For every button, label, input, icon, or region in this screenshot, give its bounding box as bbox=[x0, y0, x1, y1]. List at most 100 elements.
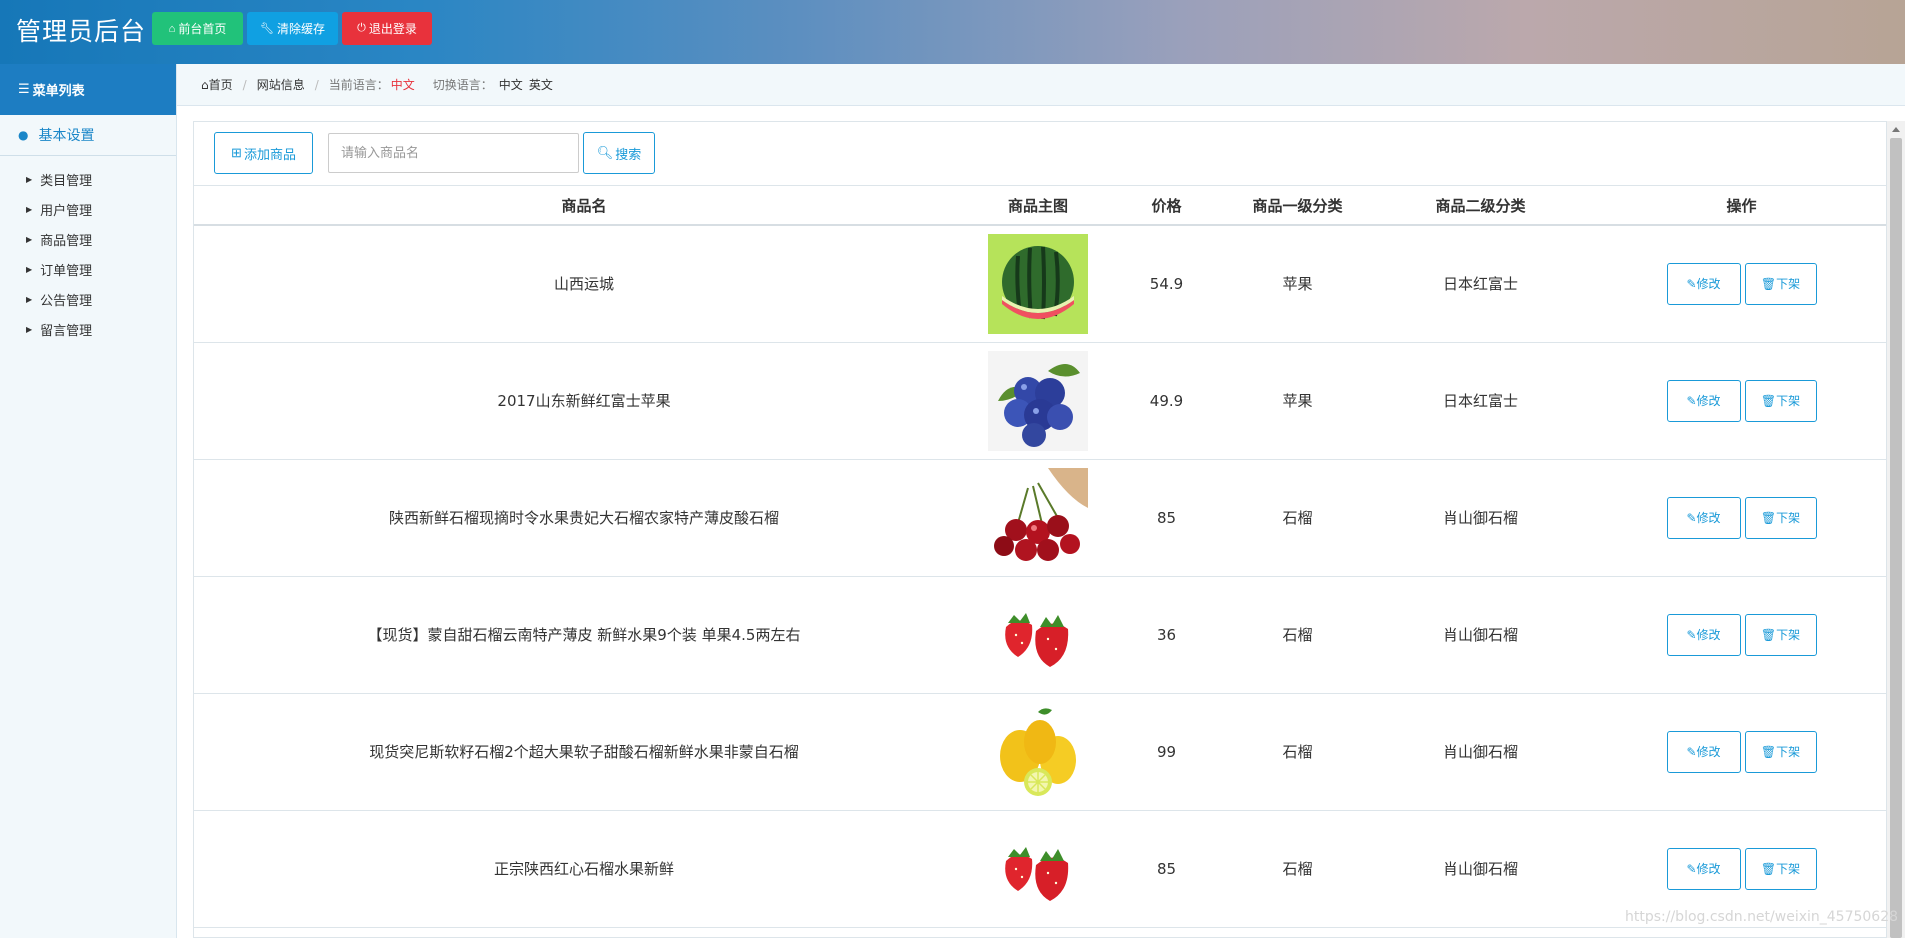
column-header-category2: 商品二级分类 bbox=[1364, 186, 1597, 226]
strawberries-image bbox=[988, 818, 1088, 919]
trash-icon: 🗑︎ bbox=[1760, 744, 1777, 759]
product-category2: 肖山御石榴 bbox=[1442, 860, 1518, 878]
caret-right-icon: ▶ bbox=[26, 234, 33, 244]
product-category1: 石榴 bbox=[1282, 743, 1313, 761]
logout-button[interactable]: ⏻ 退出登录 bbox=[342, 12, 432, 45]
current-language-label: 当前语言： bbox=[328, 78, 389, 92]
sidebar-item-messages[interactable]: ▶ 留言管理 bbox=[0, 314, 176, 344]
sidebar-title: ☰ 菜单列表 bbox=[0, 64, 176, 115]
breadcrumb-separator: / bbox=[314, 77, 319, 92]
edit-icon: ✎ bbox=[1686, 510, 1697, 525]
edit-icon: ✎ bbox=[1686, 861, 1697, 876]
product-price: 85 bbox=[1156, 859, 1177, 878]
breadcrumb-home-link[interactable]: 首页 bbox=[209, 76, 233, 93]
lemons-image bbox=[988, 701, 1088, 802]
table-row: 现货突尼斯软籽石榴2个超大果软子甜酸石榴新鲜水果非蒙自石榴 99 石榴 肖山御石… bbox=[194, 693, 1886, 810]
sidebar-item-orders[interactable]: ▶ 订单管理 bbox=[0, 254, 176, 284]
sidebar-item-users[interactable]: ▶ 用户管理 bbox=[0, 194, 176, 224]
sidebar-menu: ▶ 类目管理 ▶ 用户管理 ▶ 商品管理 ▶ 订单管理 ▶ 公告管理 ▶ 留言管理 bbox=[0, 156, 176, 344]
table-row: 2017山东新鲜红富士苹果 49.9 苹果 日本红富士 ✎ 修改 🗑︎ 下架 bbox=[194, 342, 1886, 459]
home-icon: ⌂ bbox=[201, 77, 209, 92]
scroll-up-arrow-icon[interactable] bbox=[1892, 127, 1900, 132]
product-category2: 肖山御石榴 bbox=[1442, 743, 1518, 761]
product-actions: ✎ 修改 🗑︎ 下架 bbox=[1597, 459, 1886, 576]
take-down-button[interactable]: 🗑︎ 下架 bbox=[1744, 262, 1817, 305]
breadcrumb-site-info-link[interactable]: 网站信息 bbox=[257, 76, 305, 93]
product-category2: 日本红富士 bbox=[1442, 392, 1518, 410]
breadcrumb-separator: / bbox=[242, 77, 247, 92]
sidebar-item-products[interactable]: ▶ 商品管理 bbox=[0, 224, 176, 254]
watermark: https://blog.csdn.net/weixin_45750628 bbox=[1625, 909, 1899, 925]
column-header-actions: 操作 bbox=[1597, 186, 1886, 226]
trash-icon: 🗑︎ bbox=[1760, 276, 1777, 291]
frontend-home-button[interactable]: ⌂ 前台首页 bbox=[152, 12, 243, 45]
take-down-button[interactable]: 🗑︎ 下架 bbox=[1744, 379, 1817, 422]
column-header-name: 商品名 bbox=[194, 186, 974, 226]
edit-button[interactable]: ✎ 修改 bbox=[1666, 379, 1741, 422]
home-icon: ⌂ bbox=[168, 22, 176, 35]
caret-right-icon: ▶ bbox=[26, 324, 33, 334]
cherries-image bbox=[988, 467, 1088, 568]
sidebar: ☰ 菜单列表 ● 基本设置 ▶ 类目管理 ▶ 用户管理 ▶ 商品管理 ▶ 订单管理 ▶ 公告管… bbox=[0, 64, 177, 938]
product-name: 正宗陕西红心石榴水果新鲜 bbox=[493, 860, 674, 878]
edit-icon: ✎ bbox=[1686, 276, 1697, 291]
trash-icon: 🗑︎ bbox=[1760, 510, 1777, 525]
edit-button[interactable]: ✎ 修改 bbox=[1666, 613, 1741, 656]
user-icon: ● bbox=[18, 128, 29, 142]
edit-button[interactable]: ✎ 修改 bbox=[1666, 496, 1741, 539]
take-down-button[interactable]: 🗑︎ 下架 bbox=[1744, 613, 1817, 656]
caret-right-icon: ▶ bbox=[26, 204, 33, 214]
trash-icon: 🗑︎ bbox=[1760, 627, 1777, 642]
product-image-cell bbox=[974, 342, 1102, 459]
product-price: 54.9 bbox=[1149, 274, 1184, 293]
search-input[interactable] bbox=[328, 133, 579, 173]
page-scrollbar[interactable] bbox=[1887, 121, 1905, 938]
product-image-cell bbox=[974, 693, 1102, 810]
product-image-cell bbox=[974, 225, 1102, 342]
breadcrumb: ⌂ 首页 / 网站信息 / 当前语言： 中文 切换语言： 中文 英文 bbox=[177, 64, 1905, 106]
edit-button[interactable]: ✎ 修改 bbox=[1666, 262, 1741, 305]
product-actions: ✎ 修改 🗑︎ 下架 bbox=[1597, 342, 1886, 459]
product-category2: 肖山御石榴 bbox=[1442, 509, 1518, 527]
product-category2: 肖山御石榴 bbox=[1442, 626, 1518, 644]
product-price: 85 bbox=[1156, 508, 1177, 527]
product-name: 现货突尼斯软籽石榴2个超大果软子甜酸石榴新鲜水果非蒙自石榴 bbox=[369, 743, 799, 761]
sidebar-item-announcements[interactable]: ▶ 公告管理 bbox=[0, 284, 176, 314]
edit-icon: ✎ bbox=[1686, 744, 1697, 759]
sidebar-group-basic-settings[interactable]: ● 基本设置 bbox=[0, 115, 176, 156]
product-image-cell bbox=[974, 576, 1102, 693]
plus-square-icon: ⊞ bbox=[231, 145, 242, 160]
search-button[interactable]: 🔍︎ 搜索 bbox=[583, 132, 655, 174]
product-category1: 苹果 bbox=[1282, 275, 1313, 294]
sidebar-item-category[interactable]: ▶ 类目管理 bbox=[0, 164, 176, 194]
table-header-row: 商品名 商品主图 价格 商品一级分类 商品二级分类 操作 bbox=[194, 186, 1886, 226]
trash-icon: 🗑︎ bbox=[1760, 393, 1777, 408]
edit-icon: ✎ bbox=[1686, 393, 1697, 408]
column-header-image: 商品主图 bbox=[974, 186, 1102, 226]
product-name: 2017山东新鲜红富士苹果 bbox=[497, 392, 671, 410]
column-header-price: 价格 bbox=[1102, 186, 1231, 226]
caret-right-icon: ▶ bbox=[26, 174, 33, 184]
edit-button[interactable]: ✎ 修改 bbox=[1666, 730, 1741, 773]
admin-title: 管理员后台 bbox=[16, 17, 147, 46]
language-zh-link[interactable]: 中文 bbox=[499, 76, 523, 93]
language-en-link[interactable]: 英文 bbox=[529, 76, 553, 93]
product-actions: ✎ 修改 🗑︎ 下架 bbox=[1597, 225, 1886, 342]
take-down-button[interactable]: 🗑︎ 下架 bbox=[1744, 496, 1817, 539]
table-row: 陕西新鲜石榴现摘时令水果贵妃大石榴农家特产薄皮酸石榴 85 石榴 肖山御石榴 ✎… bbox=[194, 459, 1886, 576]
clear-cache-button[interactable]: 🔧︎ 清除缓存 bbox=[247, 12, 338, 45]
add-product-button[interactable]: ⊞ 添加商品 bbox=[214, 132, 313, 174]
blueberries-image bbox=[988, 350, 1088, 451]
product-price: 49.9 bbox=[1149, 391, 1184, 410]
search-icon: 🔍︎ bbox=[596, 145, 614, 160]
scrollbar-thumb[interactable] bbox=[1890, 138, 1902, 938]
take-down-button[interactable]: 🗑︎ 下架 bbox=[1744, 847, 1817, 890]
product-image-cell bbox=[974, 459, 1102, 576]
product-category1: 苹果 bbox=[1282, 392, 1313, 410]
edit-button[interactable]: ✎ 修改 bbox=[1666, 847, 1741, 890]
product-price: 99 bbox=[1156, 742, 1177, 761]
top-header: 管理员后台 ⌂ 前台首页 🔧︎ 清除缓存 ⏻ 退出登录 bbox=[0, 0, 1905, 64]
take-down-button[interactable]: 🗑︎ 下架 bbox=[1744, 730, 1817, 773]
product-price: 36 bbox=[1156, 625, 1177, 644]
switch-language-label: 切换语言： bbox=[432, 78, 493, 92]
